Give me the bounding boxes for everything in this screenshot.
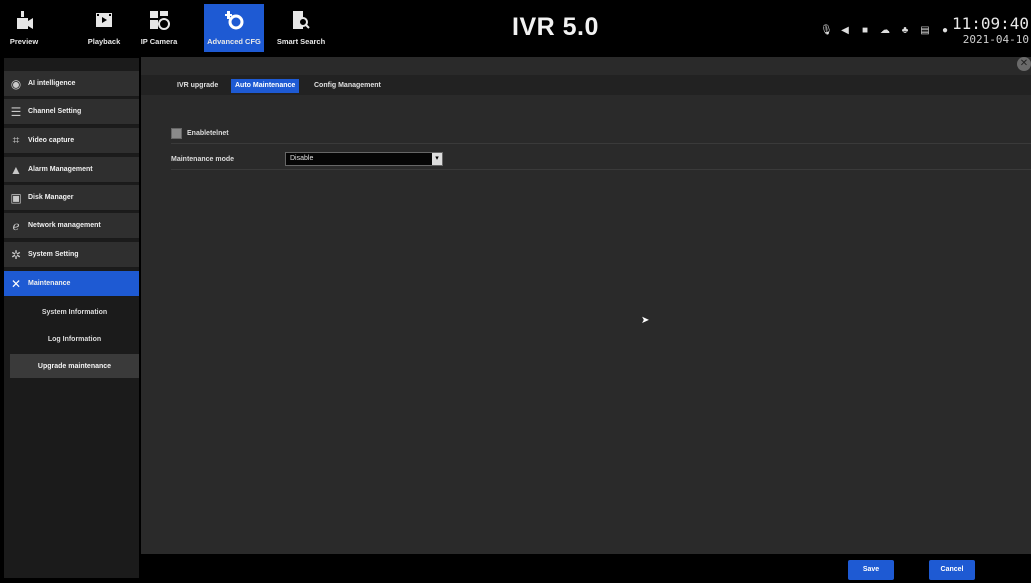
browser-icon: ℯ [12,218,20,233]
sidebar-item-maintenance[interactable]: ✕ Maintenance [4,271,139,297]
status-icons: 🎙 ◀ ■ ☁ ♣ ▤ ● [820,26,950,36]
cancel-button[interactable]: Cancel [929,560,975,580]
nav-ip-camera[interactable]: IP Camera [138,4,180,52]
save-button[interactable]: Save [848,560,894,580]
playback-icon [94,7,114,33]
maintenance-mode-label: Maintenance mode [171,155,235,163]
clock-date: 2021-04-10 [962,33,1029,46]
crop-icon: ⌗ [12,133,20,147]
nav-playback[interactable]: Playback [84,4,124,52]
record-icon[interactable]: ■ [860,26,870,36]
chevron-down-icon[interactable]: ▾ [432,153,442,165]
sidebar-item-ai-intelligence[interactable]: ◉ AI intelligence [4,71,139,97]
bottom-bar: Save Cancel [141,555,1031,583]
disk-icon: ▣ [10,190,22,205]
sidebar-item-network-management[interactable]: ℯ Network management [4,213,139,239]
tabs-bar: IVR upgrade Auto Maintenance Config Mana… [141,75,1031,95]
tools-icon: ✕ [10,276,22,291]
mouse-cursor-icon: ➤ [641,315,650,326]
sidebar-item-video-capture[interactable]: ⌗ Video capture [4,128,139,154]
tab-auto-maintenance[interactable]: Auto Maintenance [231,79,300,93]
nav-smart-search[interactable]: Smart Search [274,4,328,52]
ai-head-icon: ◉ [10,76,22,91]
main-panel: ✕ IVR upgrade Auto Maintenance Config Ma… [141,57,1031,554]
sidebar-subitem-upgrade-maintenance[interactable]: Upgrade maintenance [10,354,139,378]
bell-icon: ▲ [10,162,22,177]
microphone-icon[interactable]: 🎙 [820,26,833,36]
clock-time: 11:09:40 [951,14,1029,33]
monitor-icon[interactable]: ▤ [920,26,930,36]
sidebar-subitem-log-information[interactable]: Log Information [10,327,139,351]
enable-telnet-checkbox[interactable] [171,127,182,139]
info-icon[interactable]: ● [940,26,950,36]
maintenance-mode-value: Disable [290,155,314,162]
preview-icon [14,7,34,33]
top-navigation-bar: Preview Playback IP Camera Advanced CFG … [4,4,1031,54]
nav-advanced-cfg[interactable]: Advanced CFG [204,4,264,52]
maintenance-mode-select[interactable]: Disable ▾ [285,152,443,166]
channel-list-icon: ☰ [10,104,22,119]
close-icon[interactable]: ✕ [1017,57,1031,71]
sidebar-item-system-setting[interactable]: ✲ System Setting [4,242,139,268]
smart-search-icon [291,7,311,33]
maintenance-mode-row: Maintenance mode Disable ▾ [171,149,1031,170]
cloud-icon[interactable]: ☁ [880,26,890,36]
enable-telnet-label: Enabletelnet [187,129,229,137]
speaker-icon[interactable]: ◀ [840,26,850,36]
network-icon[interactable]: ♣ [900,26,910,36]
clock: 11:09:40 2021-04-10 [951,14,1029,47]
brand-title: IVR 5.0 [512,13,599,41]
sidebar-item-disk-manager[interactable]: ▣ Disk Manager [4,185,139,211]
sidebar-subitem-system-information[interactable]: System Information [10,300,139,324]
advanced-cfg-icon [223,7,245,33]
enable-telnet-row: Enabletelnet [171,123,1031,144]
gear-icon: ✲ [10,247,22,262]
nav-preview[interactable]: Preview [4,4,44,52]
ip-camera-icon [148,7,170,33]
sidebar-item-channel-setting[interactable]: ☰ Channel Setting [4,99,139,125]
tab-ivr-upgrade[interactable]: IVR upgrade [173,79,222,93]
sidebar-item-alarm-management[interactable]: ▲ Alarm Management [4,157,139,183]
tab-config-management[interactable]: Config Management [310,79,385,93]
